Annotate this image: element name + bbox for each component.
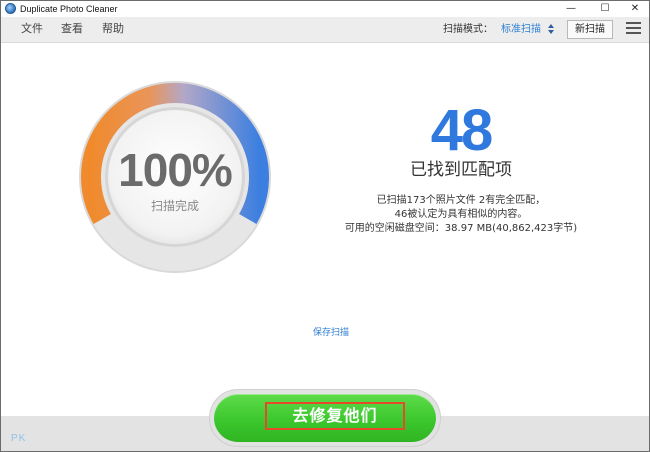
save-scan-link[interactable]: 保存扫描 — [291, 327, 371, 339]
summary-line: 可用的空闲磁盘空间：38.97 MB(40,862,423字节) — [344, 223, 578, 234]
minimize-button[interactable]: — — [557, 1, 585, 17]
maximize-button[interactable]: ☐ — [591, 1, 619, 17]
window-title: Duplicate Photo Cleaner — [20, 4, 118, 14]
close-button[interactable]: ✕ — [621, 1, 649, 17]
menu-bar: 文件 查看 帮助 扫描模式： 标准扫描 新扫描 — [1, 17, 649, 43]
menu-file[interactable]: 文件 — [21, 22, 43, 36]
scan-summary: 已扫描173个照片文件 2有完全匹配， 46被认定为具有相似的内容。 可用的空闲… — [331, 194, 591, 236]
scan-mode-label: 扫描模式： — [443, 24, 493, 35]
app-window: Duplicate Photo Cleaner — ☐ ✕ 文件 查看 帮助 扫… — [0, 0, 650, 452]
progress-percent: 100% — [118, 144, 233, 196]
scan-mode-select[interactable]: 标准扫描 — [501, 23, 541, 37]
found-label: 已找到匹配项 — [410, 160, 512, 180]
new-scan-button[interactable]: 新扫描 — [567, 20, 613, 39]
fix-them-label[interactable]: 去修复他们 — [265, 402, 405, 430]
title-bar: Duplicate Photo Cleaner — ☐ ✕ — [1, 1, 649, 17]
footer-logo: PK — [11, 433, 27, 444]
scan-status: 扫描完成 — [150, 199, 199, 213]
app-logo-icon — [5, 3, 16, 14]
match-count: 48 — [430, 98, 494, 163]
menu-help[interactable]: 帮助 — [102, 22, 124, 36]
hamburger-menu-icon[interactable] — [626, 22, 641, 35]
menu-view[interactable]: 查看 — [61, 22, 83, 36]
sort-arrows-icon[interactable] — [547, 22, 555, 36]
summary-line: 46被认定为具有相似的内容。 — [394, 209, 528, 220]
summary-line: 已扫描173个照片文件 2有完全匹配， — [376, 195, 546, 206]
